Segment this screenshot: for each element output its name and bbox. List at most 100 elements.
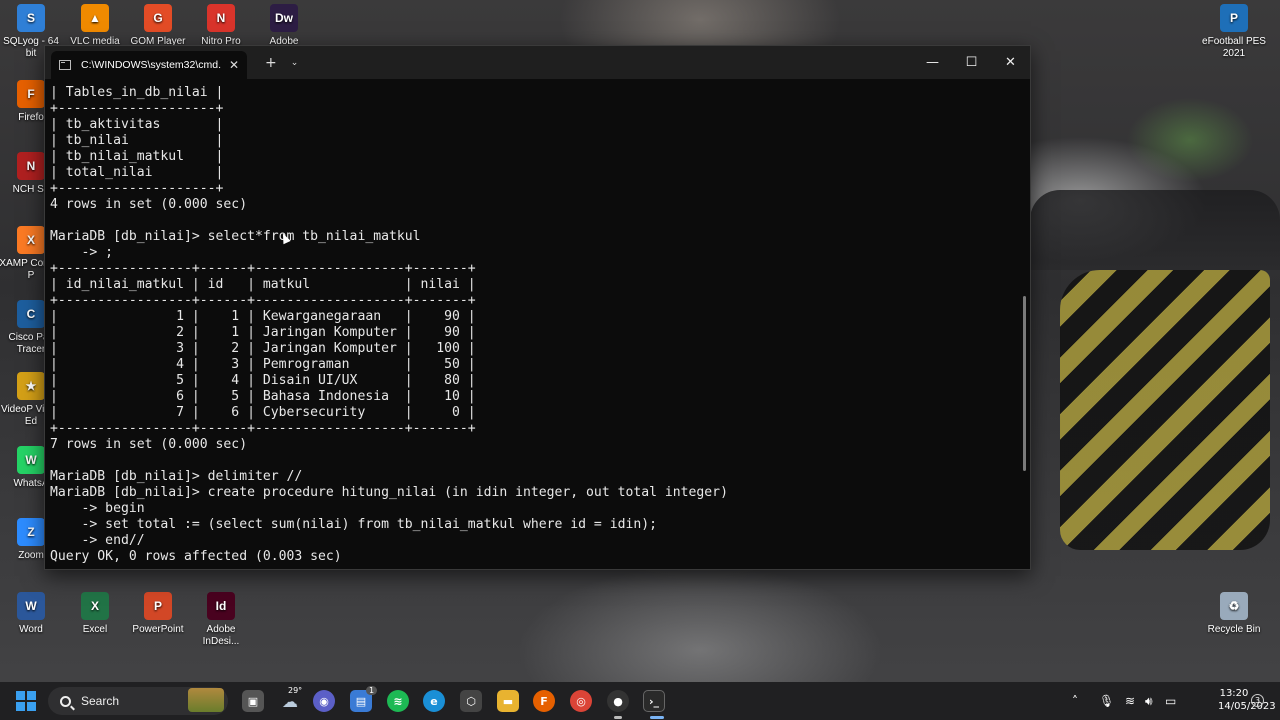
search-icon — [60, 695, 71, 707]
tab-cmd[interactable]: C:\WINDOWS\system32\cmd. ✕ — [51, 51, 247, 79]
recorder-icon[interactable]: ● — [607, 690, 629, 712]
desktop-icon-adobe-indesi[interactable]: Id Adobe InDesi... — [188, 592, 254, 648]
terminal-taskbar-icon[interactable]: ›_ — [643, 690, 665, 712]
scrollbar[interactable] — [1023, 296, 1026, 471]
console-output[interactable]: | Tables_in_db_nilai | +-----------------… — [50, 85, 1020, 565]
clock[interactable]: 13:20 14/05/2023 — [1218, 687, 1276, 713]
desktop-icon-word[interactable]: W Word — [0, 592, 64, 636]
console-line: MariaDB [db_nilai]> select*from tb_nilai… — [50, 229, 421, 244]
active-indicator — [614, 716, 622, 719]
microphone-icon[interactable]: 🎙︎ — [1099, 694, 1114, 708]
desktop-icon-label: Excel — [82, 624, 108, 635]
console-line: | 4 | 3 | Pemrograman | 50 | — [50, 357, 476, 372]
firefox-icon[interactable]: F — [533, 690, 555, 712]
console-line: | 7 | 6 | Cybersecurity | 0 | — [50, 405, 476, 420]
app-icon: X — [17, 226, 45, 254]
close-button[interactable]: ✕ — [991, 46, 1030, 79]
minimize-button[interactable]: — — [913, 46, 952, 79]
app-icon: W — [17, 446, 45, 474]
desktop-icon-excel[interactable]: X Excel — [62, 592, 128, 636]
console-line: +-----------------+------+--------------… — [50, 421, 476, 436]
console-line: | total_nilai | — [50, 165, 224, 180]
app-icon: P — [144, 592, 172, 620]
desktop-icon-vlc-media[interactable]: ▲ VLC media — [62, 4, 128, 48]
volume-icon[interactable]: 🔊︎ — [1145, 694, 1153, 709]
app-icon: ♻ — [1220, 592, 1248, 620]
console-line: | id_nilai_matkul | id | matkul | nilai … — [50, 277, 476, 292]
app-icon: W — [17, 592, 45, 620]
app-icon: Z — [17, 518, 45, 546]
battery-icon[interactable]: ▭ — [1165, 694, 1176, 708]
console-line: 4 rows in set (0.000 sec) — [50, 197, 248, 212]
desktop-icon-adobe[interactable]: Dw Adobe — [251, 4, 317, 48]
console-line: | 2 | 1 | Jaringan Komputer | 90 | — [50, 325, 476, 340]
clock-time: 13:20 — [1219, 688, 1249, 699]
chat-icon[interactable]: ◉ — [313, 690, 335, 712]
wifi-icon[interactable]: ≋ — [1125, 694, 1135, 708]
chevron-up-icon[interactable]: ˄ — [1072, 694, 1078, 708]
console-line: MariaDB [db_nilai]> create procedure hit… — [50, 485, 728, 500]
desktop-icon-efootball-pes-2021[interactable]: PeFootball PES 2021 — [1201, 4, 1267, 60]
new-tab-button[interactable]: + — [265, 55, 277, 71]
app-icon: N — [207, 4, 235, 32]
console-line: | 5 | 4 | Disain UI/UX | 80 | — [50, 373, 476, 388]
console-line: -> end// — [50, 533, 145, 548]
app-icon: X — [81, 592, 109, 620]
desktop-icon-label: Adobe InDesi... — [202, 624, 240, 647]
desktop-icon-gom-player[interactable]: G GOM Player — [125, 4, 191, 48]
desktop-icon-label: Word — [19, 624, 43, 635]
terminal-titlebar[interactable]: C:\WINDOWS\system32\cmd. ✕ + ⌄ — ☐ ✕ — [45, 46, 1030, 79]
weather-temp: 29° — [288, 686, 303, 695]
app-icon: ▲ — [81, 4, 109, 32]
desktop-icon-label: Recycle Bin — [1207, 624, 1261, 635]
app-icon: N — [17, 152, 45, 180]
desktop-icon-powerpoint[interactable]: P PowerPoint — [125, 592, 191, 636]
console-line: -> ; — [50, 245, 114, 260]
desktop-icon-nitro-pro[interactable]: N Nitro Pro — [188, 4, 254, 48]
edge-icon[interactable]: e — [423, 690, 445, 712]
clock-date: 14/05/2023 — [1218, 701, 1276, 712]
console-line: | 3 | 2 | Jaringan Komputer | 100 | — [50, 341, 476, 356]
console-line: +--------------------+ — [50, 101, 224, 116]
task-view-icon[interactable]: ▣ — [242, 690, 264, 712]
console-line: | Tables_in_db_nilai | — [50, 85, 224, 100]
file-explorer-icon[interactable]: ▬ — [497, 690, 519, 712]
search-highlight-image — [188, 688, 224, 712]
console-line: | tb_nilai_matkul | — [50, 149, 224, 164]
console-line: | 6 | 5 | Bahasa Indonesia | 10 | — [50, 389, 476, 404]
search-label: Search — [81, 694, 120, 708]
app-icon: F — [17, 80, 45, 108]
app-icon: C — [17, 300, 45, 328]
tab-dropdown-button[interactable]: ⌄ — [291, 58, 299, 68]
console-line: Query OK, 0 rows affected (0.003 sec) — [50, 549, 342, 564]
console-line: 7 rows in set (0.000 sec) — [50, 437, 248, 452]
console-line: +--------------------+ — [50, 181, 224, 196]
app-icon[interactable]: ⬡ — [460, 690, 482, 712]
terminal-window[interactable]: C:\WINDOWS\system32\cmd. ✕ + ⌄ — ☐ ✕ | T… — [44, 45, 1031, 570]
desktop-icon-recycle-bin[interactable]: ♻ Recycle Bin — [1201, 592, 1267, 636]
tab-close-icon[interactable]: ✕ — [229, 58, 239, 72]
console-line: +-----------------+------+--------------… — [50, 261, 476, 276]
maximize-button[interactable]: ☐ — [952, 46, 991, 79]
app-icon: Id — [207, 592, 235, 620]
app-icon: G — [144, 4, 172, 32]
app-icon: ★ — [17, 372, 45, 400]
tab-title: C:\WINDOWS\system32\cmd. — [81, 59, 222, 71]
start-button[interactable] — [16, 691, 36, 711]
console-line: +-----------------+------+--------------… — [50, 293, 476, 308]
console-line: -> begin — [50, 501, 145, 516]
console-line: -> set total := (select sum(nilai) from … — [50, 517, 657, 532]
console-line: | 1 | 1 | Kewarganegaraan | 90 | — [50, 309, 476, 324]
app-icon: Dw — [270, 4, 298, 32]
app-icon: P — [1220, 4, 1248, 32]
desktop-icon-label: PowerPoint — [132, 624, 184, 635]
chrome-icon[interactable]: ◎ — [570, 690, 592, 712]
terminal-icon — [59, 60, 71, 70]
console-line: | tb_nilai | — [50, 133, 224, 148]
notification-badge[interactable]: 3 — [1251, 694, 1264, 707]
desktop-icon-label: eFootball PES 2021 — [1202, 36, 1266, 59]
console-line: MariaDB [db_nilai]> delimiter // — [50, 469, 303, 484]
spotify-icon[interactable]: ≋ — [387, 690, 409, 712]
